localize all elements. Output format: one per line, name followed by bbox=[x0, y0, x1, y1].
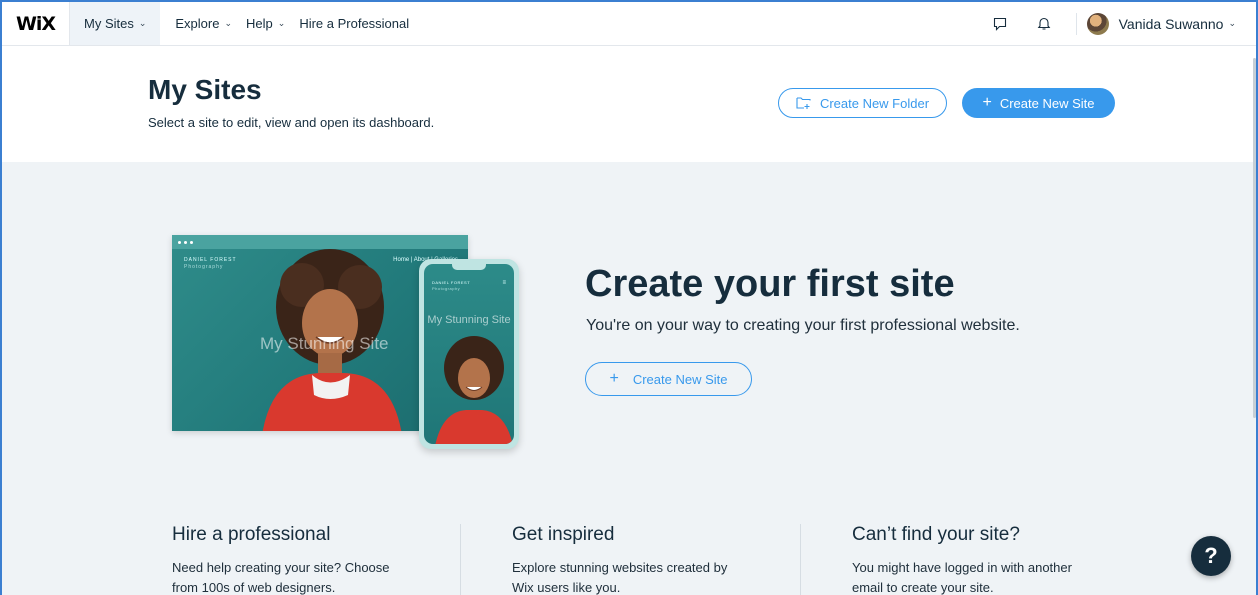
plus-icon: + bbox=[982, 94, 992, 111]
create-folder-button[interactable]: Create New Folder bbox=[778, 88, 947, 118]
section-text: Wix users like you. bbox=[512, 580, 621, 595]
site-preview-mobile: DANIEL FOREST Photography ≡ My Stunning … bbox=[419, 259, 519, 449]
bell-icon[interactable] bbox=[1022, 2, 1066, 45]
section-text: Need help creating your site? Choose bbox=[172, 560, 390, 575]
section-title[interactable]: Hire a professional bbox=[172, 524, 462, 546]
user-name: Vanida Suwanno bbox=[1118, 15, 1224, 32]
avatar bbox=[1086, 12, 1109, 35]
chevron-down-icon: ⌄ bbox=[138, 18, 147, 28]
nav-my-sites[interactable]: My Sites ⌄ bbox=[70, 2, 161, 45]
divider bbox=[460, 524, 461, 595]
page-subtitle: Select a site to edit, view and open its… bbox=[148, 115, 435, 130]
topbar-actions: Vanida Suwanno ⌄ bbox=[978, 2, 1256, 45]
preview-site-title: My Stunning Site bbox=[260, 334, 389, 353]
hero-create-site-label: Create New Site bbox=[632, 371, 728, 387]
user-menu[interactable]: Vanida Suwanno ⌄ bbox=[1086, 12, 1256, 35]
section-text: email to create your site. bbox=[852, 580, 994, 595]
hero-subtitle: You're on your way to creating your firs… bbox=[586, 317, 1020, 334]
create-folder-label: Create New Folder bbox=[819, 95, 930, 111]
chevron-down-icon: ⌄ bbox=[224, 18, 233, 28]
create-site-button[interactable]: + Create New Site bbox=[962, 88, 1115, 118]
nav-help[interactable]: Help ⌄ bbox=[239, 2, 292, 45]
folder-plus-icon bbox=[796, 96, 812, 110]
nav-hire-professional-label: Hire a Professional bbox=[299, 16, 410, 31]
hamburger-icon: ≡ bbox=[502, 280, 506, 286]
page-title: My Sites bbox=[148, 74, 262, 105]
preview-brand: DANIEL FOREST Photography bbox=[184, 257, 237, 270]
woman-photo-image bbox=[435, 336, 513, 444]
nav-hire-professional[interactable]: Hire a Professional bbox=[292, 2, 416, 45]
top-bar: WiX My Sites ⌄ Explore ⌄ Help ⌄ Hire a P… bbox=[2, 2, 1256, 46]
hero-create-site-button[interactable]: + Create New Site bbox=[585, 362, 752, 396]
help-button[interactable]: ? bbox=[1191, 536, 1231, 576]
section-title[interactable]: Get inspired bbox=[512, 524, 802, 546]
chat-icon[interactable] bbox=[978, 2, 1022, 45]
divider bbox=[800, 524, 801, 595]
main-content: DANIEL FOREST Photography Home | About |… bbox=[2, 162, 1256, 595]
hire-professional-section: Hire a professional Need help creating y… bbox=[172, 524, 462, 595]
phone-brand: DANIEL FOREST Photography bbox=[432, 280, 471, 291]
chevron-down-icon: ⌄ bbox=[1228, 18, 1236, 28]
phone-site-title: My Stunning Site bbox=[427, 314, 511, 326]
create-site-label: Create New Site bbox=[999, 95, 1095, 111]
section-text: from 100s of web designers. bbox=[172, 580, 336, 595]
section-title[interactable]: Can’t find your site? bbox=[852, 524, 1142, 546]
plus-icon: + bbox=[609, 370, 619, 387]
chevron-down-icon: ⌄ bbox=[277, 18, 286, 28]
wix-logo[interactable]: WiX bbox=[2, 2, 70, 45]
cant-find-site-section: Can’t find your site? You might have log… bbox=[852, 524, 1142, 595]
page-header: My Sites Select a site to edit, view and… bbox=[2, 46, 1256, 162]
phone-screen: DANIEL FOREST Photography ≡ My Stunning … bbox=[424, 264, 514, 444]
get-inspired-section: Get inspired Explore stunning websites c… bbox=[512, 524, 802, 595]
phone-notch bbox=[452, 264, 486, 270]
nav-explore[interactable]: Explore ⌄ bbox=[168, 2, 239, 45]
section-text: You might have logged in with another bbox=[852, 560, 1072, 575]
nav-help-label: Help bbox=[246, 16, 273, 31]
section-text: Explore stunning websites created by bbox=[512, 560, 728, 575]
divider bbox=[1075, 12, 1077, 35]
nav-explore-label: Explore bbox=[175, 16, 220, 31]
nav-my-sites-label: My Sites bbox=[84, 16, 134, 31]
hero-title: Create your first site bbox=[585, 263, 955, 305]
scrollbar[interactable] bbox=[1253, 58, 1256, 418]
